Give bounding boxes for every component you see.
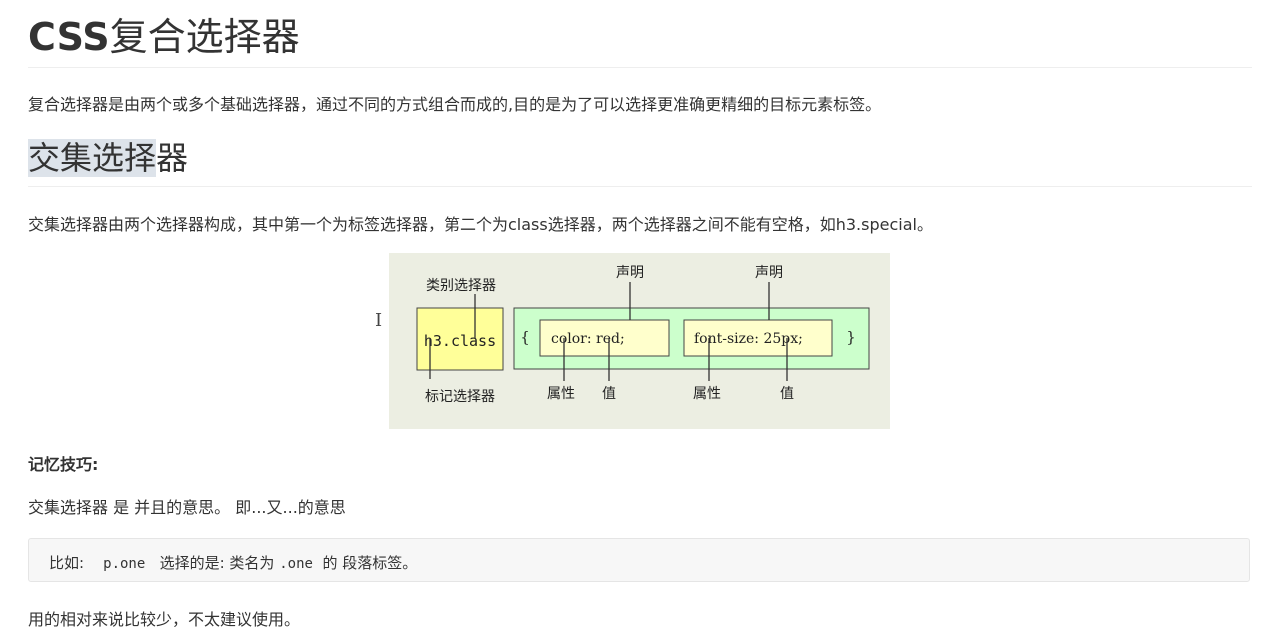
page-title: CSS复合选择器	[28, 6, 300, 61]
code-selector: p.one	[103, 556, 146, 572]
memory-tip-text: 交集选择器 是 并且的意思。 即...又...的意思	[28, 498, 346, 517]
memory-tip-title: 记忆技巧:	[28, 455, 99, 474]
code-classname: .one	[279, 556, 313, 572]
declaration-1-label: 声明	[616, 265, 644, 281]
open-brace: {	[520, 328, 530, 346]
property-1-label: 属性	[547, 386, 575, 402]
value-2-label: 值	[780, 386, 794, 402]
section-heading-rest: 器	[156, 139, 189, 177]
intro-paragraph: 复合选择器是由两个或多个基础选择器，通过不同的方式组合而成的,目的是为了可以选择…	[28, 95, 882, 114]
value-1-label: 值	[602, 386, 616, 402]
property-2-label: 属性	[693, 386, 721, 402]
tag-selector-label: 标记选择器	[425, 389, 495, 405]
section-heading-selected: 交集选择	[28, 139, 157, 177]
section-heading: 交集选择器	[28, 133, 188, 179]
page-title-css: CSS	[28, 15, 110, 59]
code-prefix: 比如:	[49, 554, 85, 572]
footer-note: 用的相对来说比较少，不太建议使用。	[28, 610, 301, 629]
section-divider	[28, 186, 1252, 187]
selector-text: h3.class	[424, 332, 496, 350]
title-divider	[28, 67, 1252, 68]
text-cursor-icon: I	[375, 310, 383, 331]
code-suffix: 的 段落标签。	[322, 554, 418, 572]
declaration-1-text: color: red;	[551, 331, 625, 347]
section-description: 交集选择器由两个选择器构成，其中第一个为标签选择器，第二个为class选择器，两…	[28, 215, 933, 234]
code-example-line: 比如: p.one 选择的是: 类名为 .one 的 段落标签。	[49, 552, 417, 573]
class-selector-label: 类别选择器	[426, 278, 496, 294]
page-title-rest: 复合选择器	[109, 15, 300, 59]
code-example-block: 比如: p.one 选择的是: 类名为 .one 的 段落标签。	[28, 538, 1250, 582]
selector-diagram-svg: h3.class 类别选择器 标记选择器 { } color: red; fon…	[416, 265, 870, 405]
code-middle: 选择的是: 类名为	[159, 554, 275, 572]
declaration-2-label: 声明	[755, 265, 783, 281]
selector-diagram: h3.class 类别选择器 标记选择器 { } color: red; fon…	[389, 253, 890, 429]
close-brace: }	[846, 328, 856, 346]
